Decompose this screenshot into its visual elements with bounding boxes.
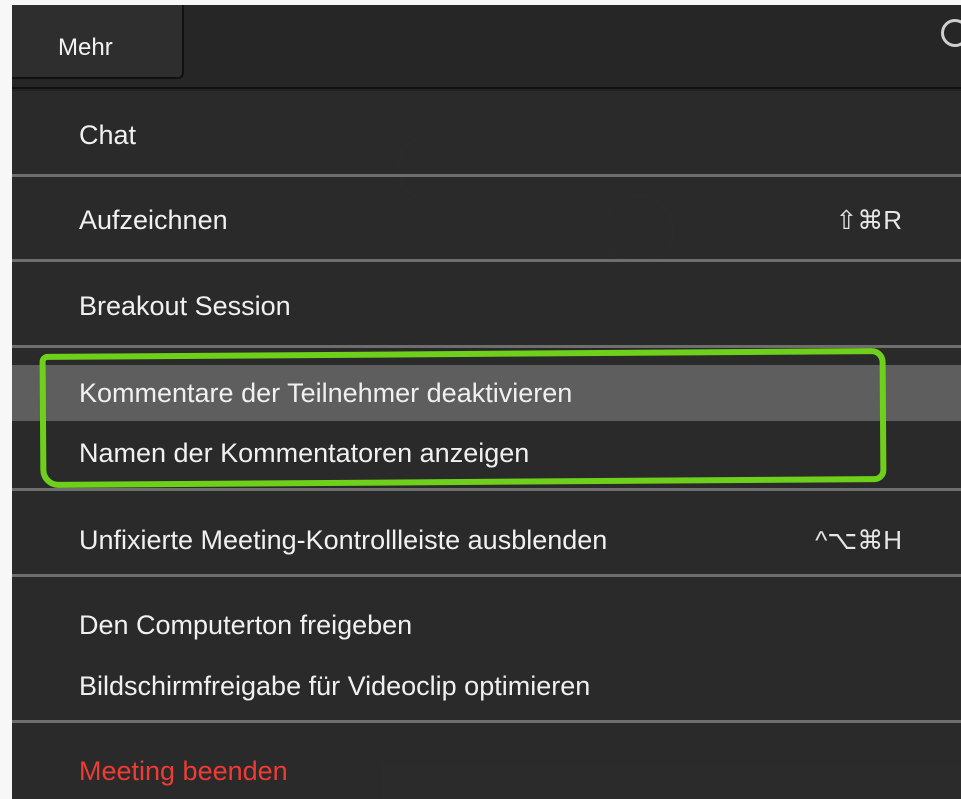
menu-item-hide-control-bar[interactable]: Unfixierte Meeting-Kontrollleiste ausble… xyxy=(12,512,961,568)
menu-separator xyxy=(12,488,961,491)
menu-item-record[interactable]: Aufzeichnen ⇧⌘R xyxy=(12,192,961,248)
more-menu: Chat Aufzeichnen ⇧⌘R Breakout Session Ko… xyxy=(12,91,961,799)
menu-item-label: Unfixierte Meeting-Kontrollleiste ausble… xyxy=(79,525,608,555)
menu-item-shortcut: ^⌥⌘H xyxy=(815,525,902,555)
menu-item-shortcut: ⇧⌘R xyxy=(835,205,902,235)
menu-separator xyxy=(12,345,961,348)
menu-separator xyxy=(12,174,961,177)
menu-separator xyxy=(12,720,961,723)
menu-item-breakout-session[interactable]: Breakout Session xyxy=(12,278,961,334)
menu-item-end-meeting[interactable]: Meeting beenden xyxy=(12,743,961,799)
menu-item-share-computer-sound[interactable]: Den Computerton freigeben xyxy=(12,597,961,653)
menu-item-chat[interactable]: Chat xyxy=(12,107,961,163)
menu-separator xyxy=(12,259,961,262)
menu-item-label: Den Computerton freigeben xyxy=(79,610,413,640)
menu-item-label: Aufzeichnen xyxy=(79,205,228,235)
more-tab[interactable]: Mehr xyxy=(12,5,184,79)
menu-item-label: Namen der Kommentatoren anzeigen xyxy=(79,438,530,468)
top-toolbar: Mehr xyxy=(12,5,961,89)
menu-item-show-commenter-names[interactable]: Namen der Kommentatoren anzeigen xyxy=(12,425,961,481)
menu-item-label: Meeting beenden xyxy=(79,756,288,786)
menu-item-label: Breakout Session xyxy=(79,291,291,321)
menu-separator xyxy=(12,574,961,577)
menu-item-disable-comments[interactable]: Kommentare der Teilnehmer deaktivieren xyxy=(12,365,961,421)
menu-item-label: Kommentare der Teilnehmer deaktivieren xyxy=(79,378,573,408)
clock-icon xyxy=(941,19,961,47)
app-window: Mehr Chat Aufzeichnen ⇧⌘R Breakout Sessi… xyxy=(12,5,961,799)
menu-item-optimize-video-share[interactable]: Bildschirmfreigabe für Videoclip optimie… xyxy=(12,658,961,714)
menu-item-label: Bildschirmfreigabe für Videoclip optimie… xyxy=(79,671,591,701)
menu-item-label: Chat xyxy=(79,120,137,150)
